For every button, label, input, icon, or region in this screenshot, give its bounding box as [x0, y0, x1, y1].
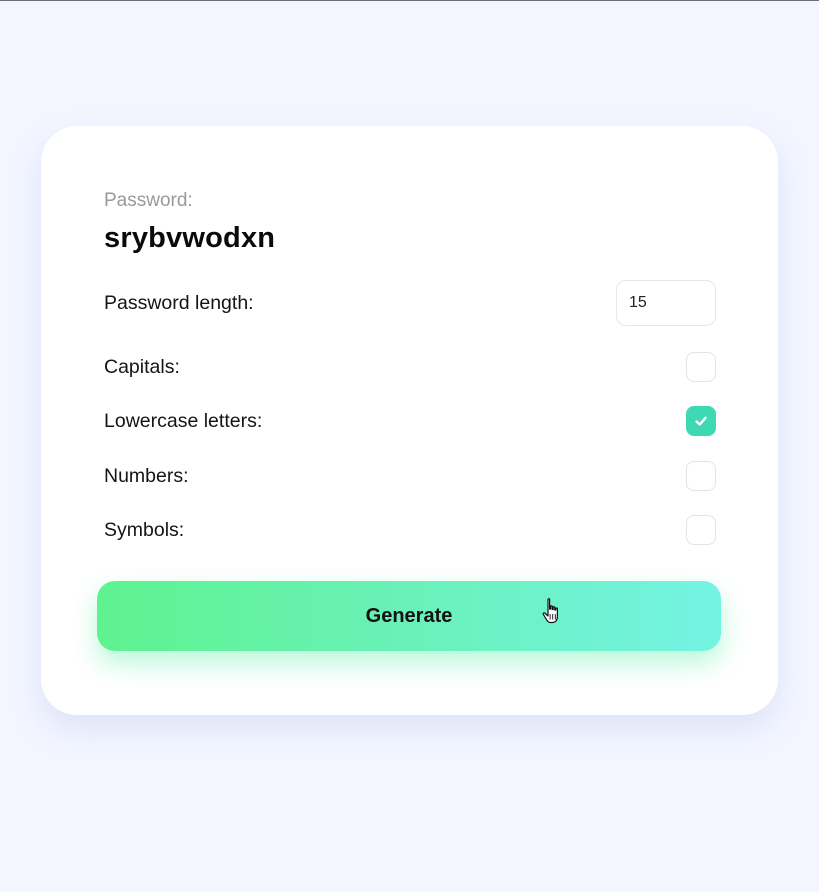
password-length-label: Password length:: [104, 291, 254, 314]
option-row-lowercase: Lowercase letters:: [104, 404, 716, 438]
check-icon: [695, 416, 707, 426]
password-generator-card: Password: srybvwodxn Password length: Ca…: [41, 126, 778, 715]
numbers-checkbox[interactable]: [686, 461, 716, 491]
generate-button[interactable]: Generate: [97, 581, 721, 651]
symbols-label: Symbols:: [104, 518, 185, 541]
hand-pointer-icon: [542, 598, 558, 624]
option-row-numbers: Numbers:: [104, 459, 716, 493]
lowercase-letters-checkbox[interactable]: [686, 406, 716, 436]
numbers-label: Numbers:: [104, 464, 189, 487]
option-row-symbols: Symbols:: [104, 513, 716, 547]
symbols-checkbox[interactable]: [686, 515, 716, 545]
capitals-label: Capitals:: [104, 355, 180, 378]
lowercase-letters-label: Lowercase letters:: [104, 409, 263, 432]
password-length-input[interactable]: [616, 280, 716, 326]
option-row-capitals: Capitals:: [104, 350, 716, 384]
password-value: srybvwodxn: [104, 222, 276, 254]
option-row-length: Password length:: [104, 280, 716, 326]
password-label: Password:: [104, 190, 193, 211]
capitals-checkbox[interactable]: [686, 352, 716, 382]
